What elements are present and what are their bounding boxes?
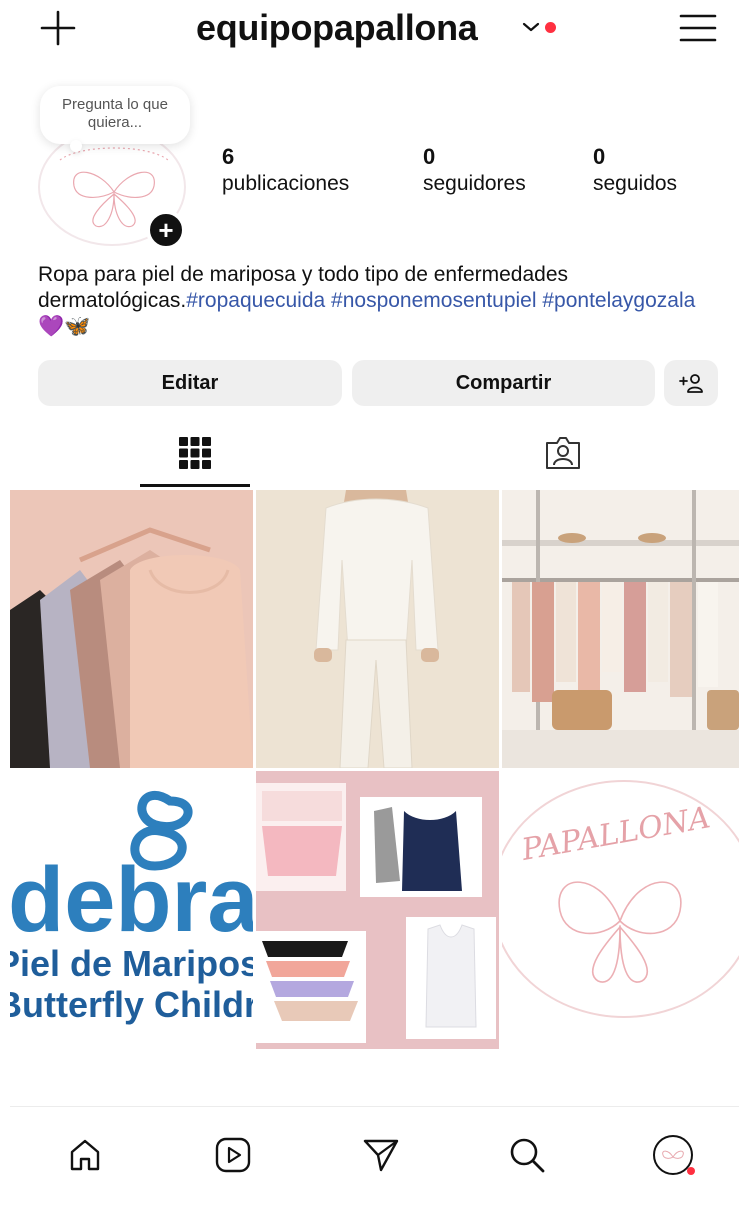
nav-home[interactable] — [60, 1130, 110, 1180]
post-underwear-collage[interactable] — [256, 771, 499, 1049]
nav-direct-messages[interactable] — [356, 1130, 406, 1180]
nav-reels[interactable] — [208, 1130, 258, 1180]
add-person-icon — [679, 374, 703, 393]
stat-following-label: seguidos — [593, 172, 678, 195]
stat-followers[interactable]: 0 seguidores — [423, 144, 526, 198]
account-username[interactable]: equipopapallona — [196, 8, 478, 48]
debra-line1: Piel de Mariposa — [10, 943, 253, 984]
hamburger-menu-icon[interactable] — [678, 10, 718, 46]
discover-people-button[interactable] — [664, 360, 718, 406]
tab-tagged[interactable] — [538, 428, 588, 478]
top-bar: equipopapallona — [0, 0, 739, 60]
bio-emojis: 💜🦋 — [38, 315, 91, 338]
note-bubble[interactable]: Pregunta lo que quiera... — [40, 86, 190, 144]
stat-followers-count: 0 — [423, 144, 436, 169]
post-debra-logo[interactable]: debra Piel de Mariposa Butterfly Childre… — [10, 771, 253, 1049]
stat-following[interactable]: 0 seguidos — [593, 144, 677, 198]
post-white-outfit[interactable] — [256, 490, 499, 768]
tab-posts-grid[interactable] — [170, 428, 220, 478]
underwear-collage-image — [256, 771, 499, 1049]
posts-grid: debra Piel de Mariposa Butterfly Childre… — [10, 490, 739, 1050]
stat-followers-label: seguidores — [423, 172, 526, 195]
debra-logo-image: debra Piel de Mariposa Butterfly Childre… — [10, 771, 253, 1049]
direct-message-icon — [363, 1139, 399, 1172]
stat-posts[interactable]: 6 publicaciones — [222, 144, 349, 198]
chevron-down-icon[interactable] — [522, 20, 540, 34]
debra-wordmark: debra — [10, 849, 253, 951]
bottom-nav-divider — [10, 1106, 739, 1107]
post-tank-tops[interactable] — [10, 490, 253, 768]
profile-bio: Ropa para piel de mariposa y todo tipo d… — [38, 262, 718, 340]
note-bubble-tail — [70, 140, 82, 152]
reels-icon — [215, 1137, 251, 1173]
grid-icon — [179, 437, 211, 469]
profile-avatar-icon — [653, 1135, 695, 1175]
bio-hashtags[interactable]: #ropaquecuida #nosponemosentupiel #ponte… — [186, 289, 695, 312]
stat-following-count: 0 — [593, 144, 606, 169]
post-papallona-logo[interactable]: PAPALLONA — [502, 771, 739, 1049]
stat-posts-count: 6 — [222, 144, 235, 169]
share-profile-button[interactable]: Compartir — [352, 360, 655, 406]
post-clothing-rack[interactable] — [502, 490, 739, 768]
active-tab-indicator — [140, 484, 250, 487]
home-icon — [70, 1139, 100, 1171]
tank-tops-image — [10, 490, 253, 768]
plus-icon[interactable] — [38, 8, 78, 48]
debra-line2: Butterfly Children — [10, 984, 253, 1025]
notification-dot — [545, 22, 556, 33]
nav-search[interactable] — [502, 1130, 552, 1180]
search-icon — [510, 1138, 545, 1173]
tagged-icon — [546, 437, 580, 469]
nav-profile[interactable] — [648, 1130, 698, 1180]
papallona-logo-image: PAPALLONA — [502, 771, 739, 1049]
clothing-rack-image — [502, 490, 739, 768]
white-outfit-image — [256, 490, 499, 768]
stat-posts-label: publicaciones — [222, 172, 350, 195]
add-story-badge[interactable]: + — [146, 210, 186, 250]
edit-profile-button[interactable]: Editar — [38, 360, 342, 406]
